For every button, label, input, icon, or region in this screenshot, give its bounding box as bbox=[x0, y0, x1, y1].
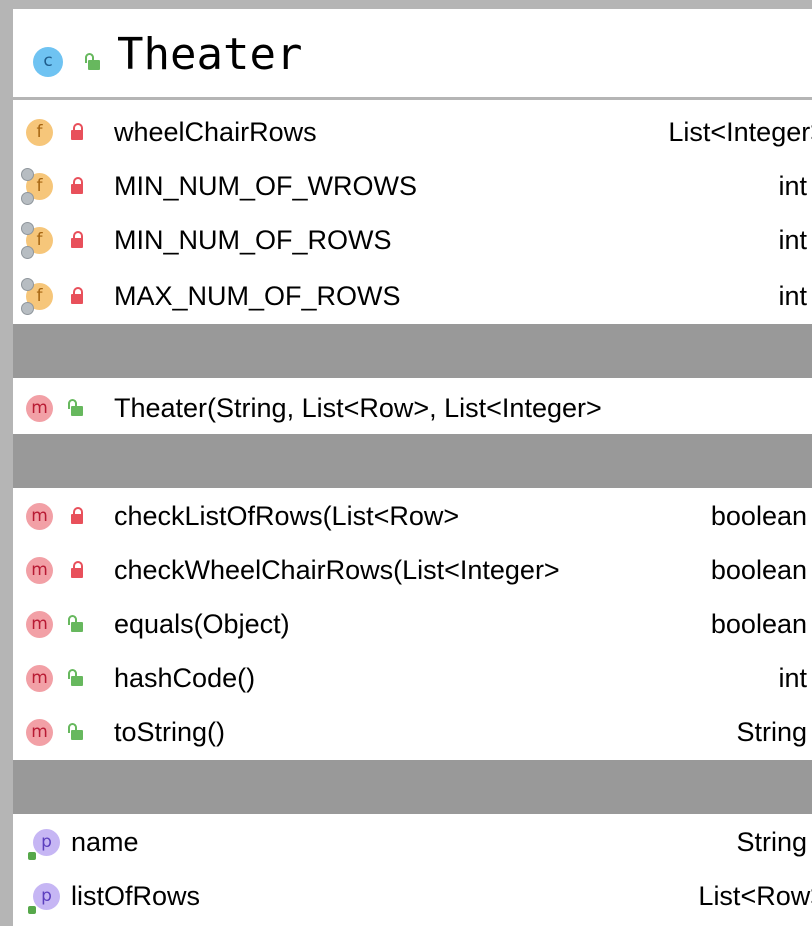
public-visibility-icon bbox=[68, 398, 86, 418]
property-name: listOfRows bbox=[71, 881, 201, 911]
field-icon: f bbox=[26, 119, 53, 146]
property-icon: p bbox=[28, 829, 60, 860]
method-row[interactable]: m checkWheelChairRows(List<Integer> bool… bbox=[13, 544, 812, 596]
static-field-icon: f bbox=[21, 278, 53, 315]
method-row[interactable]: m checkListOfRows(List<Row> boolean bbox=[13, 490, 812, 542]
private-lock-icon bbox=[68, 560, 86, 580]
method-row[interactable]: m equals(Object) boolean bbox=[13, 598, 812, 650]
constructor-name: Theater(String, List<Row>, List<Integer> bbox=[114, 393, 602, 423]
section-separator bbox=[13, 760, 812, 814]
field-name: wheelChairRows bbox=[114, 117, 317, 147]
method-return-type: boolean bbox=[710, 501, 807, 531]
private-lock-icon bbox=[68, 506, 86, 526]
class-icon: c bbox=[33, 47, 63, 77]
method-icon: m bbox=[26, 665, 53, 692]
method-return-type: String bbox=[736, 717, 807, 747]
property-icon: p bbox=[28, 883, 60, 914]
property-row[interactable]: p listOfRows List<Row> bbox=[13, 870, 812, 922]
method-name: equals(Object) bbox=[114, 609, 290, 639]
private-lock-icon bbox=[68, 122, 86, 142]
public-visibility-icon bbox=[68, 668, 86, 688]
method-icon: m bbox=[26, 719, 53, 746]
method-icon: m bbox=[26, 503, 53, 530]
public-visibility-icon bbox=[85, 52, 103, 72]
field-name: MIN_NUM_OF_WROWS bbox=[114, 171, 417, 201]
static-field-icon: f bbox=[21, 168, 53, 205]
field-name: MIN_NUM_OF_ROWS bbox=[114, 225, 392, 255]
class-title: Theater bbox=[117, 29, 303, 80]
constructor-row[interactable]: m Theater(String, List<Row>, List<Intege… bbox=[13, 382, 812, 434]
method-name: hashCode() bbox=[114, 663, 256, 693]
static-field-icon: f bbox=[21, 222, 53, 259]
private-lock-icon bbox=[68, 176, 86, 196]
section-separator bbox=[13, 434, 812, 488]
method-row[interactable]: m toString() String bbox=[13, 706, 812, 758]
property-type: String bbox=[736, 827, 807, 857]
method-icon: m bbox=[26, 611, 53, 638]
method-return-type: int bbox=[778, 663, 807, 693]
property-type: List<Row> bbox=[698, 881, 812, 911]
field-name: MAX_NUM_OF_ROWS bbox=[114, 281, 401, 311]
field-row[interactable]: f MAX_NUM_OF_ROWS int bbox=[13, 270, 812, 322]
public-visibility-icon bbox=[68, 722, 86, 742]
method-icon: m bbox=[26, 557, 53, 584]
field-type: List<Integer> bbox=[668, 117, 812, 147]
field-type: int bbox=[778, 171, 807, 201]
field-type: int bbox=[778, 225, 807, 255]
method-name: toString() bbox=[114, 717, 226, 747]
field-row[interactable]: f wheelChairRows List<Integer> bbox=[13, 106, 812, 158]
method-name: checkWheelChairRows(List<Integer> bbox=[114, 555, 560, 585]
class-header: c Theater bbox=[13, 9, 812, 100]
field-row[interactable]: f MIN_NUM_OF_ROWS int bbox=[13, 214, 812, 266]
property-name: name bbox=[71, 827, 139, 857]
method-row[interactable]: m hashCode() int bbox=[13, 652, 812, 704]
method-icon: m bbox=[26, 395, 53, 422]
private-lock-icon bbox=[68, 230, 86, 250]
private-lock-icon bbox=[68, 286, 86, 306]
method-return-type: boolean bbox=[710, 555, 807, 585]
method-return-type: boolean bbox=[710, 609, 807, 639]
property-row[interactable]: p name String bbox=[13, 816, 812, 868]
field-type: int bbox=[778, 281, 807, 311]
method-name: checkListOfRows(List<Row> bbox=[114, 501, 460, 531]
section-separator bbox=[13, 324, 812, 378]
public-visibility-icon bbox=[68, 614, 86, 634]
field-row[interactable]: f MIN_NUM_OF_WROWS int bbox=[13, 160, 812, 212]
